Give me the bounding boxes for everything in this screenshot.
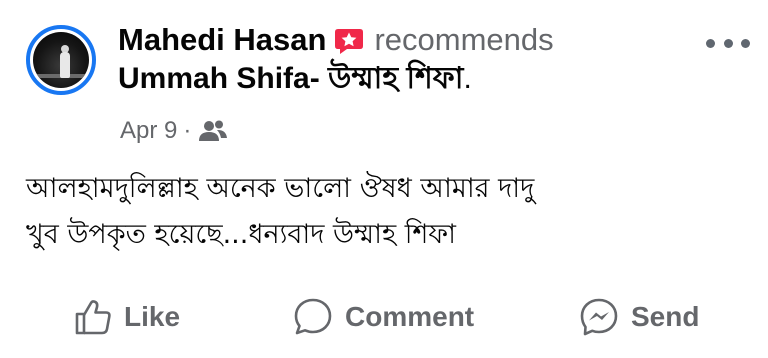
friends-icon[interactable]: [198, 119, 228, 143]
page-name-link[interactable]: Ummah Shifa- উম্মাহ শিফা: [118, 54, 463, 105]
avatar-photo: [33, 32, 89, 88]
post-meta: Apr 9 ·: [120, 116, 228, 146]
author-avatar[interactable]: [26, 25, 96, 95]
like-label: Like: [124, 301, 181, 332]
comment-bubble-icon: [294, 298, 332, 335]
recommend-star-icon: [334, 28, 364, 55]
send-label: Send: [631, 301, 700, 332]
more-dot-icon: [706, 38, 715, 48]
post-date[interactable]: Apr 9: [120, 117, 177, 145]
page-line: Ummah Shifa- উম্মাহ শিফা.: [118, 60, 472, 98]
send-button[interactable]: Send: [579, 294, 699, 340]
more-dot-icon: [741, 38, 750, 48]
like-button[interactable]: Like: [74, 294, 180, 340]
messenger-icon: [580, 298, 618, 336]
post-body: আলহামদুলিল্লাহ অনেক ভালো ঔষধ আমার দাদু খ…: [26, 166, 746, 258]
thumbs-up-icon: [75, 300, 111, 335]
post-text-line: আলহামদুলিল্লাহ অনেক ভালো ঔষধ আমার দাদু: [26, 173, 535, 204]
action-bar: Like Comment Send: [0, 294, 768, 340]
more-dot-icon: [723, 38, 733, 48]
comment-label: Comment: [345, 301, 475, 332]
post-text-line: খুব উপকৃত হয়েছে...ধন্যবাদ উম্মাহ শিফা: [26, 219, 456, 250]
comment-button[interactable]: Comment: [293, 294, 474, 340]
meta-separator: ·: [183, 117, 192, 144]
more-options-button[interactable]: [706, 36, 750, 50]
page-name-period: .: [463, 62, 472, 95]
